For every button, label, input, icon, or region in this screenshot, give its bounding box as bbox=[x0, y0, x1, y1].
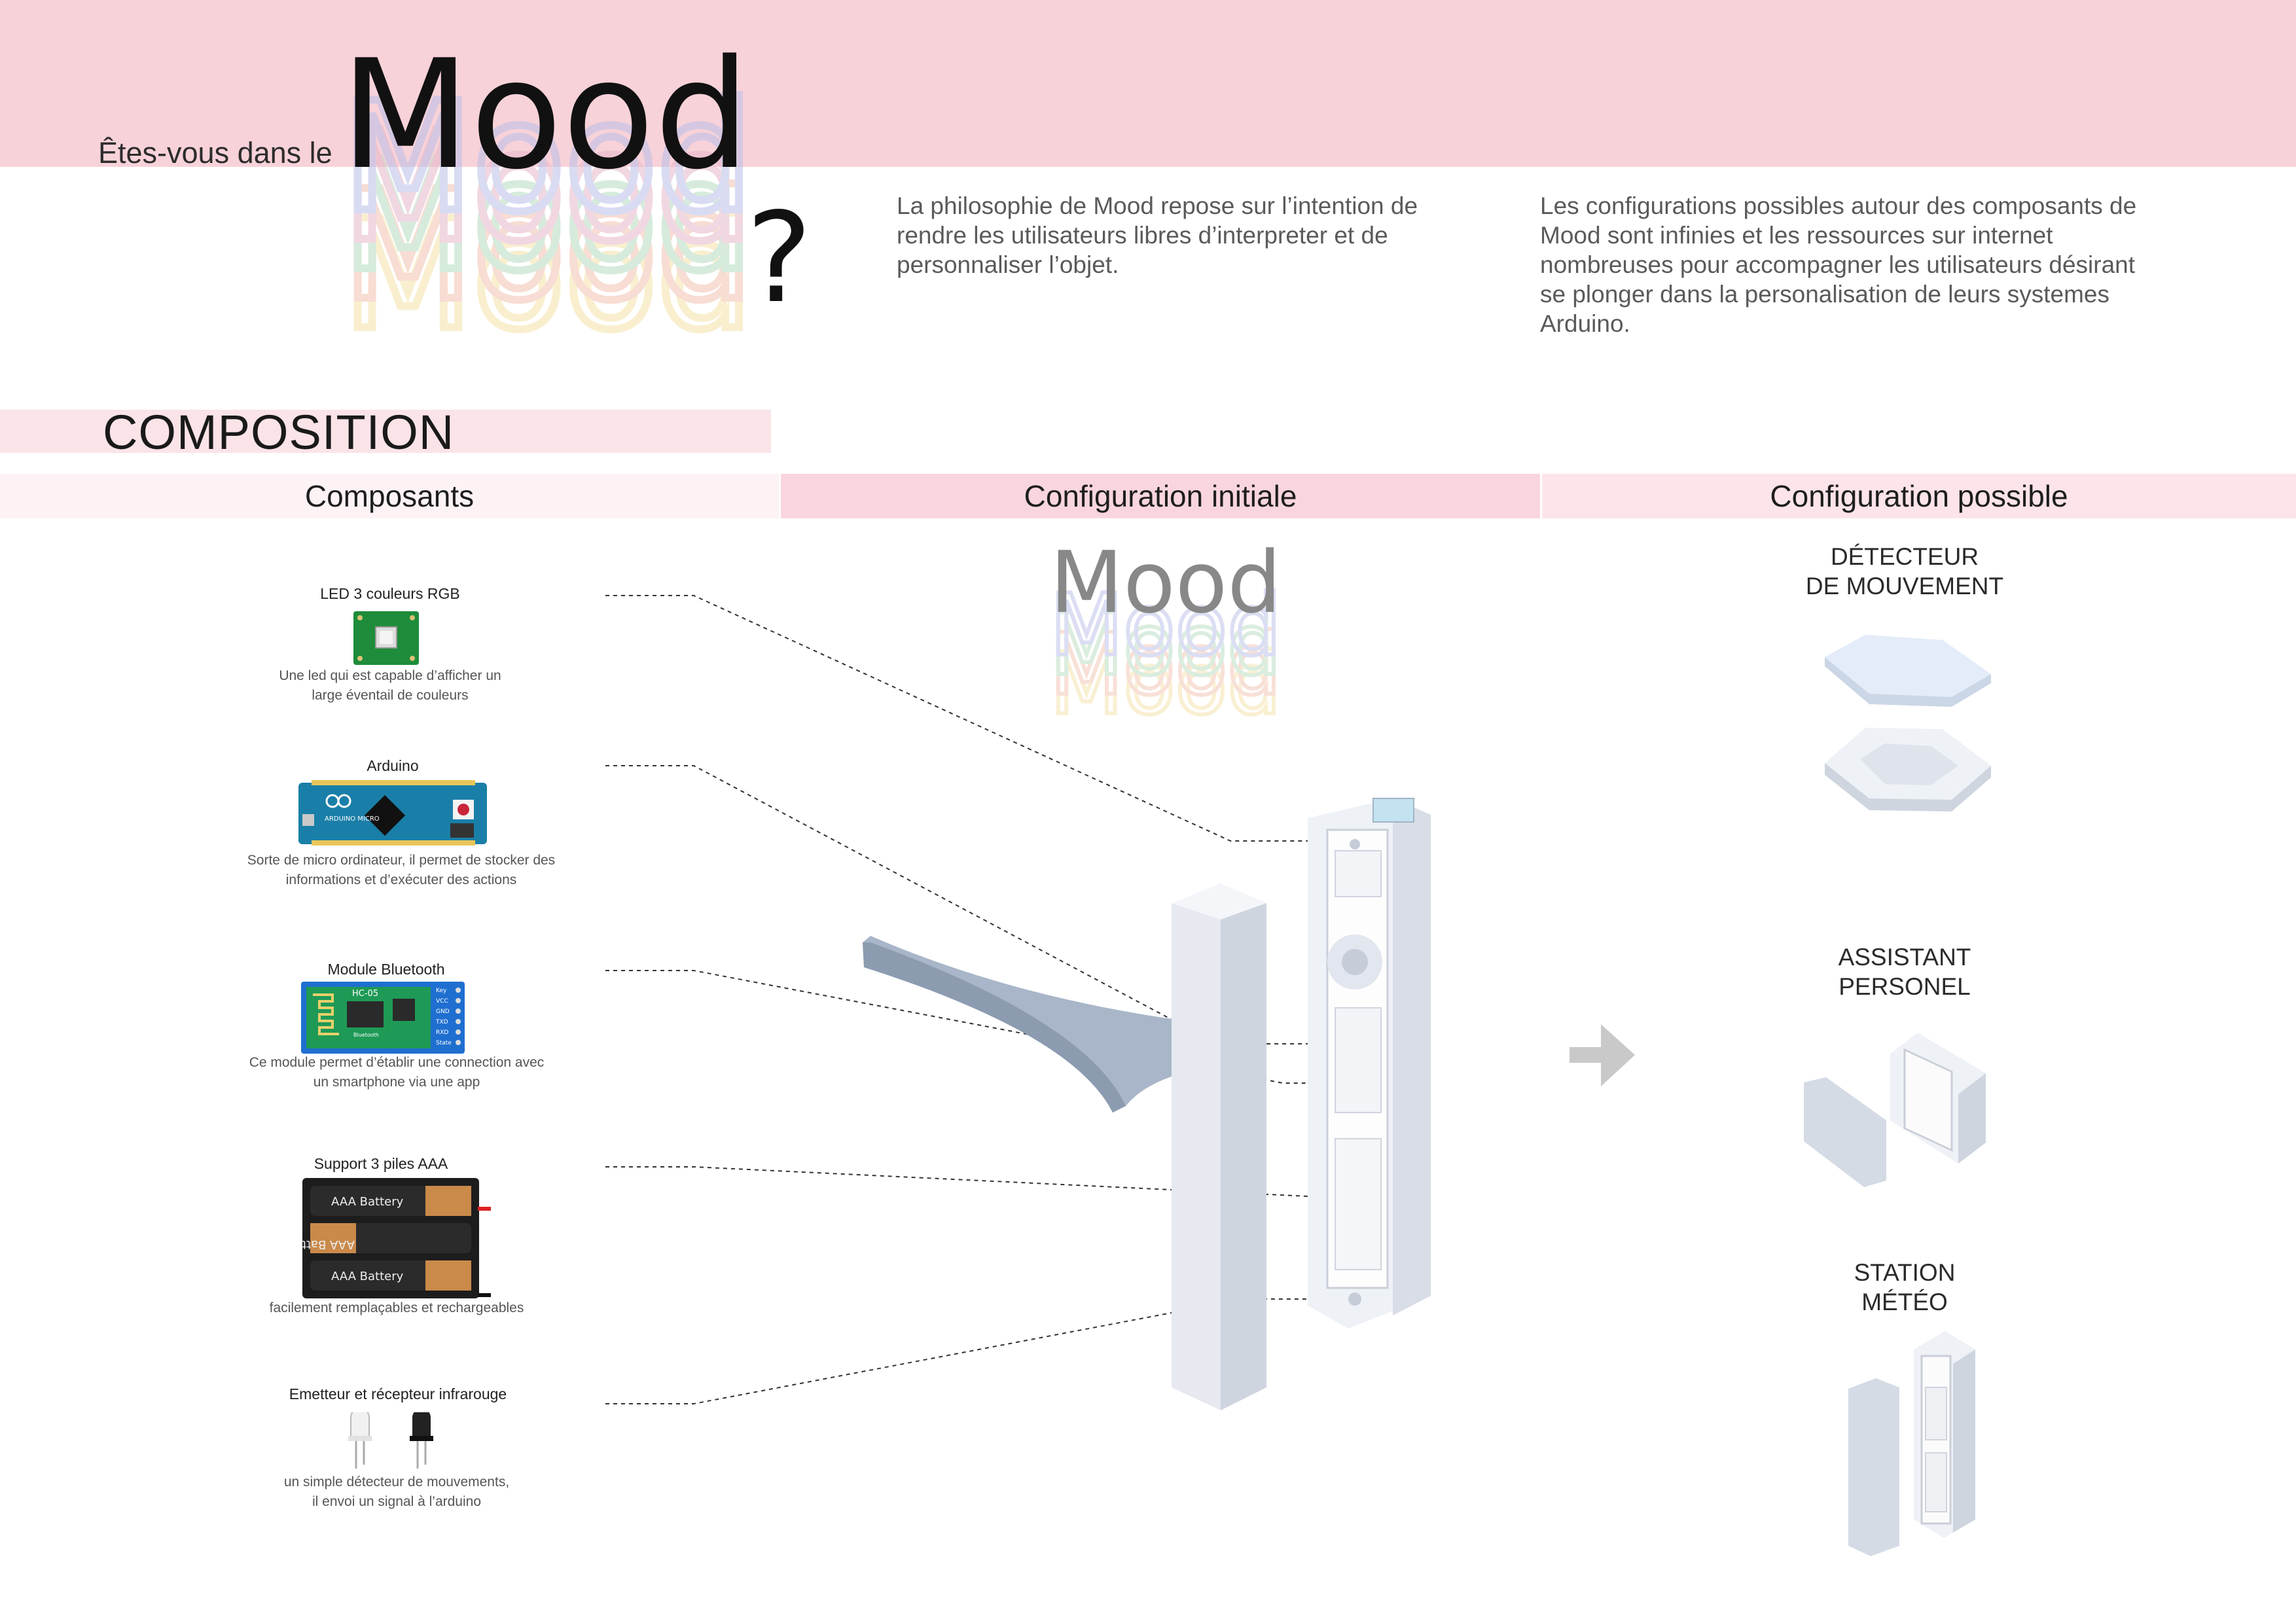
exploded-view: Mood Mood Mood Mood Mood bbox=[605, 533, 1991, 1556]
door-back-plate bbox=[1172, 883, 1266, 1410]
personal-assistant-model bbox=[1804, 1033, 1986, 1187]
config-label-assistant-2: PERSONEL bbox=[1839, 973, 1971, 1000]
svg-text:Mood: Mood bbox=[1050, 533, 1282, 632]
config-label-assistant-1: ASSISTANT bbox=[1838, 944, 1971, 971]
config-label-motion-1: DÉTECTEUR bbox=[1830, 543, 1979, 570]
config-label-weather-2: MÉTÉO bbox=[1861, 1289, 1948, 1315]
enclosure-box bbox=[1308, 798, 1431, 1329]
mood-logo-small: Mood Mood Mood Mood Mood bbox=[1048, 533, 1283, 736]
config-label-motion-2: DE MOUVEMENT bbox=[1805, 573, 2004, 599]
weather-station-model bbox=[1848, 1331, 1975, 1556]
config-label-weather-1: STATION bbox=[1854, 1259, 1956, 1286]
arrow-right-icon bbox=[1570, 1024, 1635, 1086]
motion-detector-model bbox=[1825, 635, 1991, 812]
